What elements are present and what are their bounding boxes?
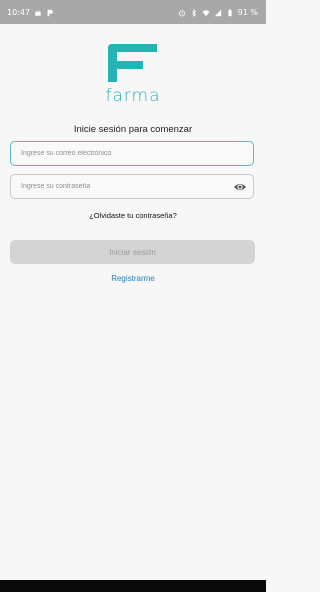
email-input[interactable] xyxy=(21,142,221,165)
show-password-eye-icon[interactable] xyxy=(233,180,247,194)
status-bar: 10:47 91 % xyxy=(0,0,266,24)
password-input[interactable] xyxy=(21,175,221,198)
battery-icon xyxy=(228,8,232,16)
status-left: 10:47 xyxy=(7,8,54,17)
android-icon xyxy=(35,9,41,16)
signal-icon xyxy=(214,9,221,16)
bluetooth-icon xyxy=(191,8,196,17)
login-button[interactable]: Iniciar sesión xyxy=(10,240,255,264)
wifi-icon xyxy=(202,9,210,16)
app-p-icon xyxy=(47,9,53,16)
status-time: 10:47 xyxy=(7,8,31,17)
login-subtitle: Inicie sesión para comenzar xyxy=(73,124,193,135)
email-field[interactable] xyxy=(10,141,254,166)
navigation-bar xyxy=(0,580,266,592)
forgot-password-link[interactable]: ¿Olvidaste tu contraseña? xyxy=(0,211,266,220)
register-link[interactable]: Registrarme xyxy=(0,274,266,283)
status-right: 91 % xyxy=(178,8,258,17)
brand-name: farma xyxy=(105,86,161,106)
alarm-icon xyxy=(178,9,185,16)
battery-percent: 91 % xyxy=(237,8,258,17)
password-field[interactable] xyxy=(10,174,254,199)
